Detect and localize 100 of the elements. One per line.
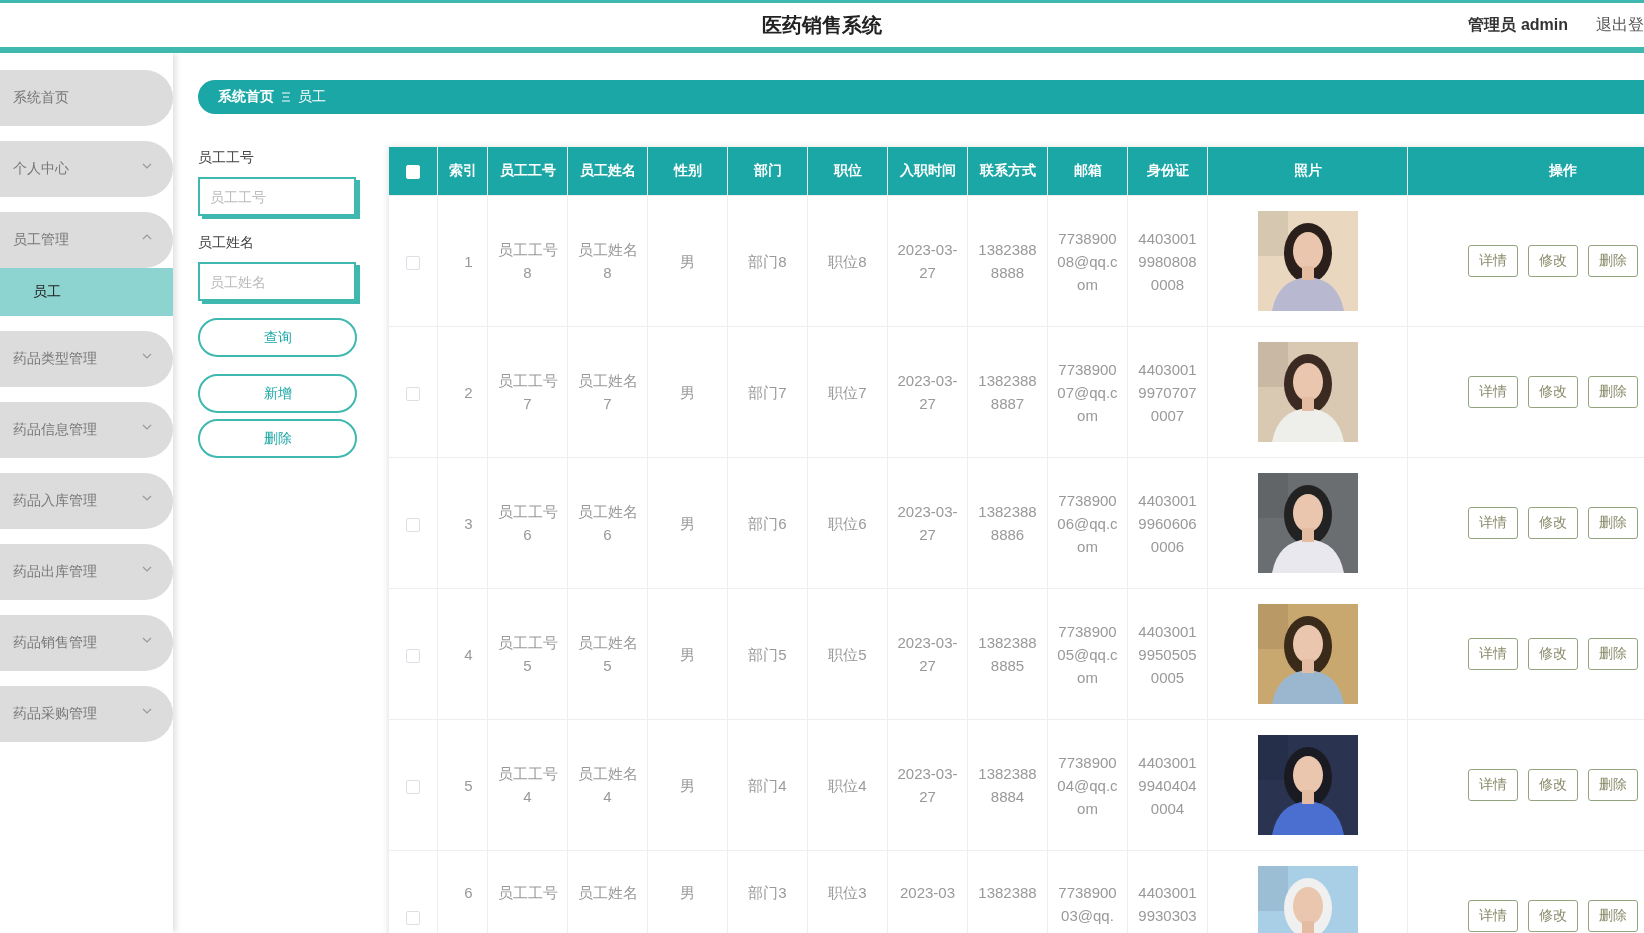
table-cell-text: 773890003@qq. [1057, 883, 1118, 926]
field-label: 员工姓名 [198, 234, 255, 252]
table-cell-text: 773890005@qq.com [1057, 621, 1118, 688]
column-header: 职位 [807, 147, 888, 196]
column-header: 照片 [1207, 147, 1408, 196]
table-cell-text: 13823888885 [977, 633, 1038, 676]
sidebar-item[interactable]: 药品采购管理 [0, 686, 173, 742]
search-field[interactable]: 员工姓名 [198, 262, 356, 301]
table-cell-text: 2023-03-27 [897, 502, 958, 545]
action-button[interactable]: 删除 [1588, 900, 1638, 932]
sidebar-item[interactable]: 药品出库管理 [0, 544, 173, 600]
table-cell-text: 13823888888 [977, 240, 1038, 283]
action-button[interactable]: 修改 [1528, 507, 1578, 539]
action-button[interactable]: 删除 [1588, 245, 1638, 277]
table-cell-text: 员工姓名8 [577, 240, 638, 283]
sidebar-item[interactable]: 药品类型管理 [0, 331, 173, 387]
table-cell-text: 职位7 [827, 382, 868, 403]
table-cell-text: 男 [679, 382, 696, 403]
action-button[interactable]: 删除 [1588, 769, 1638, 801]
row-checkbox[interactable] [406, 779, 420, 794]
column-header: 身份证 [1127, 147, 1208, 196]
table-cell-text: 职位3 [827, 883, 868, 903]
breadcrumb-current: 员工 [298, 88, 326, 106]
table-cell-text: 2 [463, 382, 474, 403]
table-cell-text: 部门4 [747, 775, 788, 796]
action-button[interactable]: 修改 [1528, 638, 1578, 670]
filter-button[interactable]: 新增 [198, 374, 357, 413]
column-header: 员工工号 [487, 147, 568, 196]
row-checkbox[interactable] [406, 386, 420, 401]
table-cell-text: 员工工号 [497, 883, 558, 903]
table-cell-text: 2023-03-27 [897, 240, 958, 283]
table-cell-text: 员工姓名7 [577, 371, 638, 414]
field-label: 员工工号 [198, 149, 255, 167]
action-button[interactable]: 详情 [1468, 900, 1518, 932]
table-cell-text: 1382388 [977, 883, 1038, 903]
select-all-checkbox[interactable] [406, 165, 420, 180]
table-cell-text: 13823888886 [977, 502, 1038, 545]
table-cell-text: 部门6 [747, 513, 788, 534]
table-cell-text: 773890007@qq.com [1057, 359, 1118, 426]
sidebar-item[interactable]: 药品入库管理 [0, 473, 173, 529]
row-checkbox[interactable] [406, 255, 420, 270]
action-button[interactable]: 详情 [1468, 376, 1518, 408]
column-header: 索引 [437, 147, 488, 196]
table-cell-text: 员工姓名6 [577, 502, 638, 545]
table-cell-text: 职位6 [827, 513, 868, 534]
table-cell-text: 1 [463, 251, 474, 272]
action-button[interactable]: 详情 [1468, 769, 1518, 801]
action-button[interactable]: 删除 [1588, 507, 1638, 539]
table-cell-text: 部门8 [747, 251, 788, 272]
table-cell-text: 773890004@qq.com [1057, 752, 1118, 819]
action-button[interactable]: 删除 [1588, 638, 1638, 670]
table-cell-text: 员工工号4 [497, 764, 558, 807]
action-button[interactable]: 详情 [1468, 507, 1518, 539]
action-button[interactable]: 修改 [1528, 245, 1578, 277]
table-cell-text: 员工工号5 [497, 633, 558, 676]
table-cell-text: 男 [679, 883, 696, 903]
table-cell-text: 员工姓名 [577, 883, 638, 903]
table-cell-text: 部门3 [747, 883, 788, 903]
table-cell-text: 440300199505050005 [1137, 621, 1198, 688]
table-cell-text: 2023-03-27 [897, 371, 958, 414]
table-cell-text: 部门7 [747, 382, 788, 403]
table-cell-text: 员工姓名4 [577, 764, 638, 807]
table-cell-text: 男 [679, 513, 696, 534]
table-cell-text: 2023-03-27 [897, 764, 958, 807]
action-button[interactable]: 删除 [1588, 376, 1638, 408]
sidebar-item[interactable]: 药品销售管理 [0, 615, 173, 671]
table-cell-text: 职位8 [827, 251, 868, 272]
app-title: 医药销售系统 [762, 12, 882, 38]
table-cell-text: 职位5 [827, 644, 868, 665]
column-header: 性别 [647, 147, 728, 196]
table-cell-text: 6 [463, 883, 474, 903]
column-header: 联系方式 [967, 147, 1048, 196]
sidebar-item[interactable]: 药品信息管理 [0, 402, 173, 458]
action-button[interactable]: 修改 [1528, 769, 1578, 801]
table-cell-text: 男 [679, 775, 696, 796]
sidebar-item[interactable]: 系统首页 [0, 70, 173, 126]
table-cell-text: 44030019930303 [1137, 883, 1198, 926]
menu-icon [282, 92, 290, 102]
table-cell-text: 男 [679, 251, 696, 272]
action-button[interactable]: 修改 [1528, 376, 1578, 408]
row-checkbox[interactable] [406, 648, 420, 663]
filter-button[interactable]: 查询 [198, 318, 357, 357]
filter-button[interactable]: 删除 [198, 419, 357, 458]
breadcrumb-link[interactable]: 系统首页 [218, 88, 274, 106]
row-checkbox[interactable] [406, 910, 420, 925]
column-header: 员工姓名 [567, 147, 648, 196]
action-button[interactable]: 详情 [1468, 245, 1518, 277]
action-button[interactable]: 修改 [1528, 900, 1578, 932]
sidebar-subitem[interactable]: 员工 [0, 268, 173, 316]
sidebar-item[interactable]: 个人中心 [0, 141, 173, 197]
row-checkbox[interactable] [406, 517, 420, 532]
logout-link[interactable]: 退出登 [1596, 14, 1644, 36]
table-cell-text: 773890008@qq.com [1057, 228, 1118, 295]
search-field[interactable]: 员工工号 [198, 177, 356, 216]
sidebar-item[interactable]: 员工管理 [0, 212, 173, 268]
table-cell-text: 员工工号7 [497, 371, 558, 414]
table-cell-text: 男 [679, 644, 696, 665]
table-cell-text: 773890006@qq.com [1057, 490, 1118, 557]
table-cell-text: 440300199404040004 [1137, 752, 1198, 819]
action-button[interactable]: 详情 [1468, 638, 1518, 670]
